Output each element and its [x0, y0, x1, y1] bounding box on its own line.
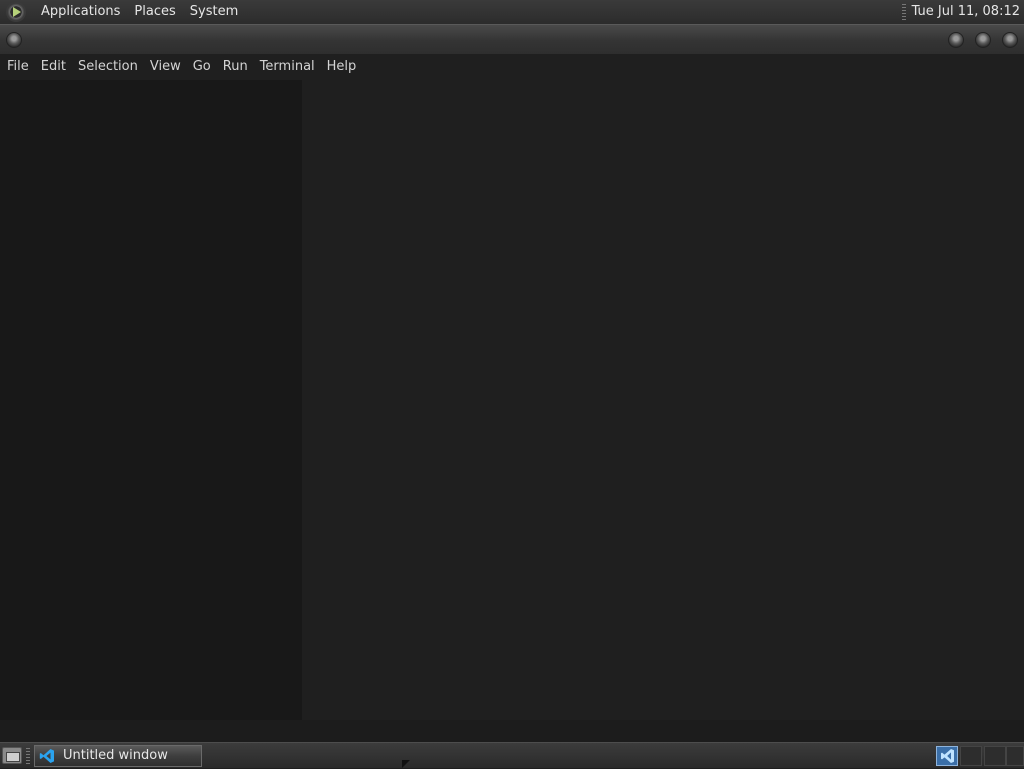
taskbar: Untitled window: [0, 742, 1024, 768]
taskbar-handle: [26, 748, 30, 764]
app-menubar: File Edit Selection View Go Run Terminal…: [0, 54, 1024, 80]
status-bar: [0, 720, 1024, 742]
menu-help[interactable]: Help: [321, 54, 363, 80]
menu-view[interactable]: View: [144, 54, 187, 80]
menu-system[interactable]: System: [183, 0, 245, 24]
menu-edit[interactable]: Edit: [35, 54, 72, 80]
panel-handle: [901, 4, 906, 20]
taskbar-window-button[interactable]: Untitled window: [34, 745, 202, 767]
distro-logo-icon[interactable]: [6, 2, 26, 22]
show-desktop-icon[interactable]: [2, 747, 22, 764]
workspace-2[interactable]: [960, 746, 982, 766]
menu-file[interactable]: File: [1, 54, 35, 80]
close-button[interactable]: [1002, 32, 1018, 48]
editor-area[interactable]: [302, 80, 1024, 720]
menu-go[interactable]: Go: [187, 54, 217, 80]
menu-run[interactable]: Run: [217, 54, 254, 80]
window-menu-icon[interactable]: [6, 32, 22, 48]
maximize-button[interactable]: [975, 32, 991, 48]
workspace-vscode-icon: [941, 749, 954, 763]
menu-terminal[interactable]: Terminal: [254, 54, 321, 80]
workspace-1[interactable]: [936, 746, 958, 766]
top-panel: Applications Places System Tue Jul 11, 0…: [0, 0, 1024, 24]
window-titlebar[interactable]: [0, 24, 1024, 54]
clock[interactable]: Tue Jul 11, 08:12: [912, 0, 1024, 24]
menu-applications[interactable]: Applications: [34, 0, 127, 24]
side-bar[interactable]: [0, 80, 302, 720]
workspace-3[interactable]: [984, 746, 1006, 766]
menu-places[interactable]: Places: [127, 0, 182, 24]
mouse-cursor-icon: [402, 760, 410, 768]
vscode-icon: [39, 748, 55, 764]
workspace-4[interactable]: [1006, 746, 1024, 766]
taskbar-window-label: Untitled window: [63, 748, 168, 763]
menu-selection[interactable]: Selection: [72, 54, 144, 80]
minimize-button[interactable]: [948, 32, 964, 48]
